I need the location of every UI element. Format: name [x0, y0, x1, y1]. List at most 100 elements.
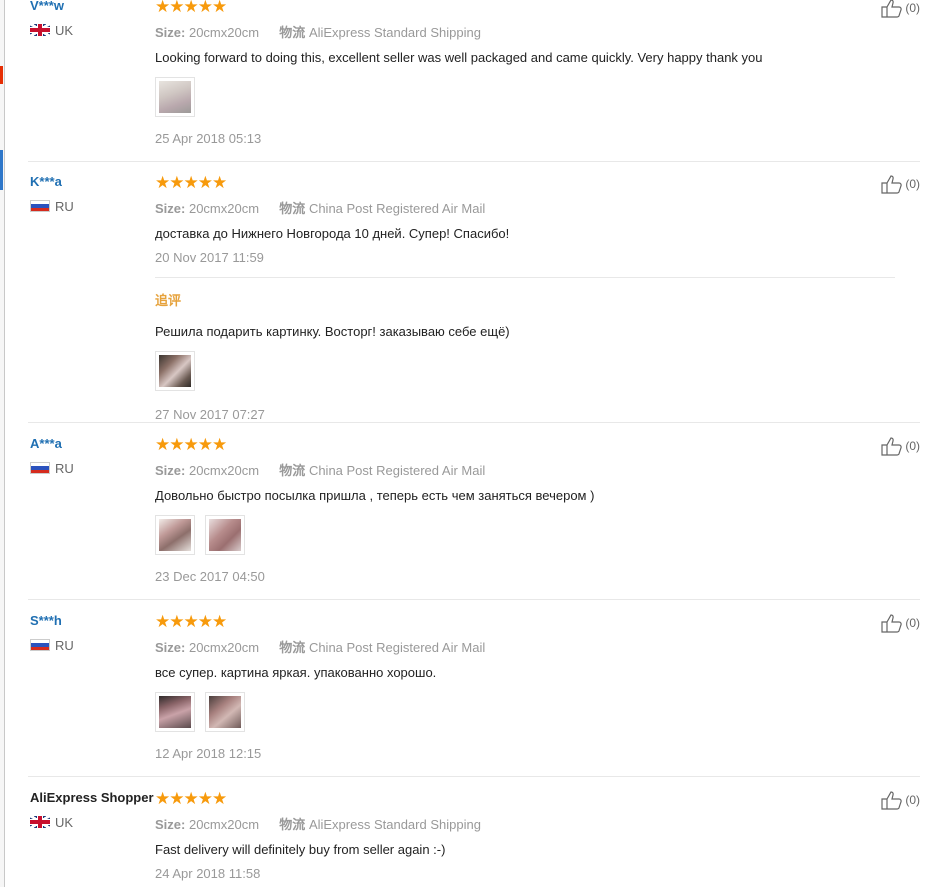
shipping-label: 物流 — [279, 25, 306, 40]
shipping-value: AliExpress Standard Shipping — [308, 25, 481, 40]
review-date: 12 Apr 2018 12:15 — [155, 746, 262, 761]
review-photos — [155, 692, 895, 734]
shipping-value: AliExpress Standard Shipping — [308, 817, 481, 832]
review-photo-thumbnail[interactable] — [155, 77, 195, 117]
like-count: (0) — [905, 177, 920, 191]
left-frame-red-mark — [0, 66, 3, 84]
like-button[interactable]: (0) — [881, 790, 920, 810]
shipping-value: China Post Registered Air Mail — [308, 463, 486, 478]
reviewer-name[interactable]: V***w — [30, 0, 64, 13]
review-photo-thumbnail[interactable] — [155, 692, 195, 732]
review-text: Fast delivery will definitely buy from s… — [155, 842, 446, 857]
country-code: RU — [55, 461, 74, 476]
reviewer-country: RU — [30, 461, 74, 476]
reviewer-name[interactable]: K***a — [30, 174, 62, 189]
star-rating: ★★★★★ — [155, 789, 227, 808]
ru-flag-icon — [30, 639, 50, 651]
review-item: AliExpress Shopper UK ★★★★★ Size: 20cmx2… — [28, 790, 920, 887]
review-photo-thumbnail[interactable] — [204, 692, 245, 732]
left-frame-blue-mark — [0, 150, 3, 190]
review-text: Довольно быстро посылка пришла , теперь … — [155, 488, 595, 503]
review-content: ★★★★★ Size: 20cmx20cm 物流 China Post Regi… — [155, 613, 895, 761]
size-label: Size: — [155, 201, 186, 216]
star-rating: ★★★★★ — [155, 435, 227, 454]
size-value: 20cmx20cm — [188, 201, 260, 216]
review-item: S***h RU ★★★★★ Size: 20cmx20cm 物流 China … — [28, 613, 920, 777]
reviewer-country: RU — [30, 199, 74, 214]
like-count: (0) — [905, 1, 920, 15]
review-item: K***a RU ★★★★★ Size: 20cmx20cm 物流 China … — [28, 174, 920, 423]
star-rating: ★★★★★ — [155, 0, 227, 16]
thumbs-up-icon — [881, 437, 903, 456]
like-count: (0) — [905, 616, 920, 630]
country-code: RU — [55, 199, 74, 214]
star-rating: ★★★★★ — [155, 612, 227, 631]
review-meta: Size: 20cmx20cm 物流 China Post Registered… — [155, 460, 895, 479]
like-button[interactable]: (0) — [881, 174, 920, 194]
size-label: Size: — [155, 640, 186, 655]
review-content: ★★★★★ Size: 20cmx20cm 物流 China Post Regi… — [155, 174, 895, 422]
star-rating: ★★★★★ — [155, 173, 227, 192]
size-label: Size: — [155, 463, 186, 478]
review-meta: Size: 20cmx20cm 物流 China Post Registered… — [155, 637, 895, 656]
review-photo-thumbnail[interactable] — [155, 515, 195, 555]
size-value: 20cmx20cm — [188, 463, 260, 478]
review-content: ★★★★★ Size: 20cmx20cm 物流 AliExpress Stan… — [155, 789, 895, 882]
like-button[interactable]: (0) — [881, 0, 920, 18]
shipping-label: 物流 — [279, 463, 306, 478]
reviewer-country: UK — [30, 815, 73, 830]
like-button[interactable]: (0) — [881, 436, 920, 456]
country-code: UK — [55, 23, 74, 38]
review-date: 24 Apr 2018 11:58 — [155, 866, 261, 881]
uk-flag-icon — [30, 24, 50, 36]
reviewer-name[interactable]: AliExpress Shopper — [30, 790, 154, 805]
review-meta: Size: 20cmx20cm 物流 AliExpress Standard S… — [155, 22, 895, 41]
thumbs-up-icon — [881, 0, 903, 18]
review-text: доставка до Нижнего Новгорода 10 дней. С… — [155, 226, 510, 241]
uk-flag-icon — [30, 816, 50, 828]
ru-flag-icon — [30, 462, 50, 474]
shipping-value: China Post Registered Air Mail — [308, 640, 486, 655]
reviewer-name[interactable]: S***h — [30, 613, 62, 628]
followup-text: Решила подарить картинку. Восторг! заказ… — [155, 324, 510, 339]
review-item: A***a RU ★★★★★ Size: 20cmx20cm 物流 China … — [28, 436, 920, 600]
review-date: 25 Apr 2018 05:13 — [155, 131, 262, 146]
size-value: 20cmx20cm — [188, 817, 260, 832]
shipping-value: China Post Registered Air Mail — [308, 201, 486, 216]
reviewer-name[interactable]: A***a — [30, 436, 62, 451]
thumbs-up-icon — [881, 614, 903, 633]
reviewer-country: UK — [30, 23, 73, 38]
review-meta: Size: 20cmx20cm 物流 AliExpress Standard S… — [155, 814, 895, 833]
followup-label: 追评 — [155, 293, 182, 308]
like-count: (0) — [905, 793, 920, 807]
review-text: все супер. картина яркая. упакованно хор… — [155, 665, 437, 680]
shipping-label: 物流 — [279, 817, 306, 832]
followup-review: 追评 Решила подарить картинку. Восторг! за… — [155, 277, 895, 422]
review-item: V***w UK ★★★★★ Size: 20cmx20cm 物流 AliExp… — [28, 0, 920, 162]
review-photo-thumbnail[interactable] — [155, 351, 195, 391]
shipping-label: 物流 — [279, 640, 306, 655]
review-content: ★★★★★ Size: 20cmx20cm 物流 China Post Regi… — [155, 436, 895, 584]
size-value: 20cmx20cm — [188, 640, 260, 655]
like-button[interactable]: (0) — [881, 613, 920, 633]
thumbs-up-icon — [881, 791, 903, 810]
size-value: 20cmx20cm — [188, 25, 260, 40]
like-count: (0) — [905, 439, 920, 453]
followup-date: 27 Nov 2017 07:27 — [155, 407, 265, 422]
size-label: Size: — [155, 25, 186, 40]
review-date: 23 Dec 2017 04:50 — [155, 569, 265, 584]
left-frame-edge — [0, 0, 5, 887]
review-content: ★★★★★ Size: 20cmx20cm 物流 AliExpress Stan… — [155, 0, 895, 146]
review-photo-thumbnail[interactable] — [204, 515, 245, 555]
thumbs-up-icon — [881, 175, 903, 194]
review-photos — [155, 77, 895, 119]
ru-flag-icon — [30, 200, 50, 212]
shipping-label: 物流 — [279, 201, 306, 216]
country-code: UK — [55, 815, 74, 830]
review-photos — [155, 515, 895, 557]
followup-photos — [155, 351, 895, 393]
review-text: Looking forward to doing this, excellent… — [155, 50, 763, 65]
review-meta: Size: 20cmx20cm 物流 China Post Registered… — [155, 198, 895, 217]
reviewer-country: RU — [30, 638, 74, 653]
review-date: 20 Nov 2017 11:59 — [155, 250, 264, 265]
